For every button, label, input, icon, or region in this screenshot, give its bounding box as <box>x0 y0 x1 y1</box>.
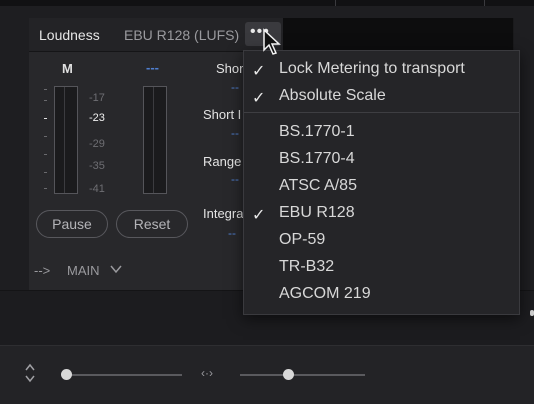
menu-item-op-59[interactable]: OP-59 <box>244 228 519 255</box>
pan-icon: ‹·› <box>201 366 213 380</box>
pan-slider-knob[interactable] <box>283 369 294 380</box>
integrated-label: Integra <box>203 206 244 221</box>
loudness-standard-label: EBU R128 (LUFS) <box>124 27 240 43</box>
meter-tick <box>44 172 47 173</box>
volume-slider-knob[interactable] <box>61 369 72 380</box>
check-icon: ✓ <box>252 90 266 107</box>
menu-item-label: Lock Metering to transport <box>279 60 465 77</box>
short-integrated-label: Short I <box>203 107 242 122</box>
edge-handle[interactable] <box>530 310 534 316</box>
menu-item-bs1770-4[interactable]: BS.1770-4 <box>244 147 519 174</box>
check-icon: ✓ <box>252 63 266 80</box>
menu-separator <box>244 112 519 113</box>
volume-slider-track[interactable] <box>62 374 182 376</box>
meter-tick <box>44 118 47 119</box>
meter-options-menu: ✓ Lock Metering to transport ✓ Absolute … <box>243 50 520 315</box>
menu-item-label: BS.1770-1 <box>279 123 355 140</box>
meter-scale-label: -29 <box>89 138 105 150</box>
menu-item-atsc-a85[interactable]: ATSC A/85 <box>244 174 519 201</box>
short-integrated-value: -- <box>231 126 239 140</box>
loudness-range-label: Range <box>203 154 242 169</box>
meter-tick <box>44 154 47 155</box>
meter-scale-label: -41 <box>89 183 105 195</box>
short-term-value: -- <box>231 80 239 94</box>
menu-item-label: OP-59 <box>279 231 326 248</box>
menu-item-label: EBU R128 <box>279 204 355 221</box>
menu-item-label: AGCOM 219 <box>279 285 371 302</box>
mouse-pointer-icon <box>263 28 281 55</box>
pause-button[interactable]: Pause <box>36 210 108 238</box>
menu-item-absolute-scale[interactable]: ✓ Absolute Scale <box>244 84 519 111</box>
menu-item-label: TR-B32 <box>279 258 335 275</box>
meter-tick <box>44 89 47 90</box>
pan-slider-track[interactable] <box>240 374 365 376</box>
meter-tick <box>44 100 47 101</box>
menu-item-label: BS.1770-4 <box>279 150 355 167</box>
loudness-meter-bar-m <box>54 86 78 194</box>
chevron-down-icon[interactable] <box>110 264 122 274</box>
menu-item-ebu-r128[interactable]: ✓ EBU R128 <box>244 201 519 228</box>
routing-arrow-icon: --> <box>34 263 51 278</box>
top-divider <box>335 0 336 6</box>
menu-item-label: ATSC A/85 <box>279 177 357 194</box>
meter-scale-label-active: -23 <box>89 112 105 124</box>
top-strip <box>0 0 534 6</box>
menu-item-lock-metering[interactable]: ✓ Lock Metering to transport <box>244 57 519 84</box>
meter-tab-title[interactable]: Loudness <box>39 27 100 43</box>
output-bus-selector[interactable]: MAIN <box>67 263 100 278</box>
menu-item-bs1770-1[interactable]: BS.1770-1 <box>244 120 519 147</box>
integrated-value: -- <box>228 226 236 240</box>
meter-scale-label: -35 <box>89 160 105 172</box>
reset-button[interactable]: Reset <box>116 210 188 238</box>
channel-value-empty: --- <box>146 60 159 75</box>
menu-item-agcom-219[interactable]: AGCOM 219 <box>244 282 519 309</box>
meter-tick <box>44 188 47 189</box>
meter-tick <box>44 136 47 137</box>
up-down-chevron-icon[interactable] <box>24 362 36 384</box>
top-divider <box>484 0 485 6</box>
loudness-meter-bar-s <box>143 86 167 194</box>
channel-m-label: M <box>62 61 73 76</box>
menu-item-tr-b32[interactable]: TR-B32 <box>244 255 519 282</box>
menu-item-label: Absolute Scale <box>279 87 386 104</box>
meter-scale-label: -17 <box>89 92 105 104</box>
loudness-range-value: -- <box>231 172 239 186</box>
check-icon: ✓ <box>252 207 266 224</box>
